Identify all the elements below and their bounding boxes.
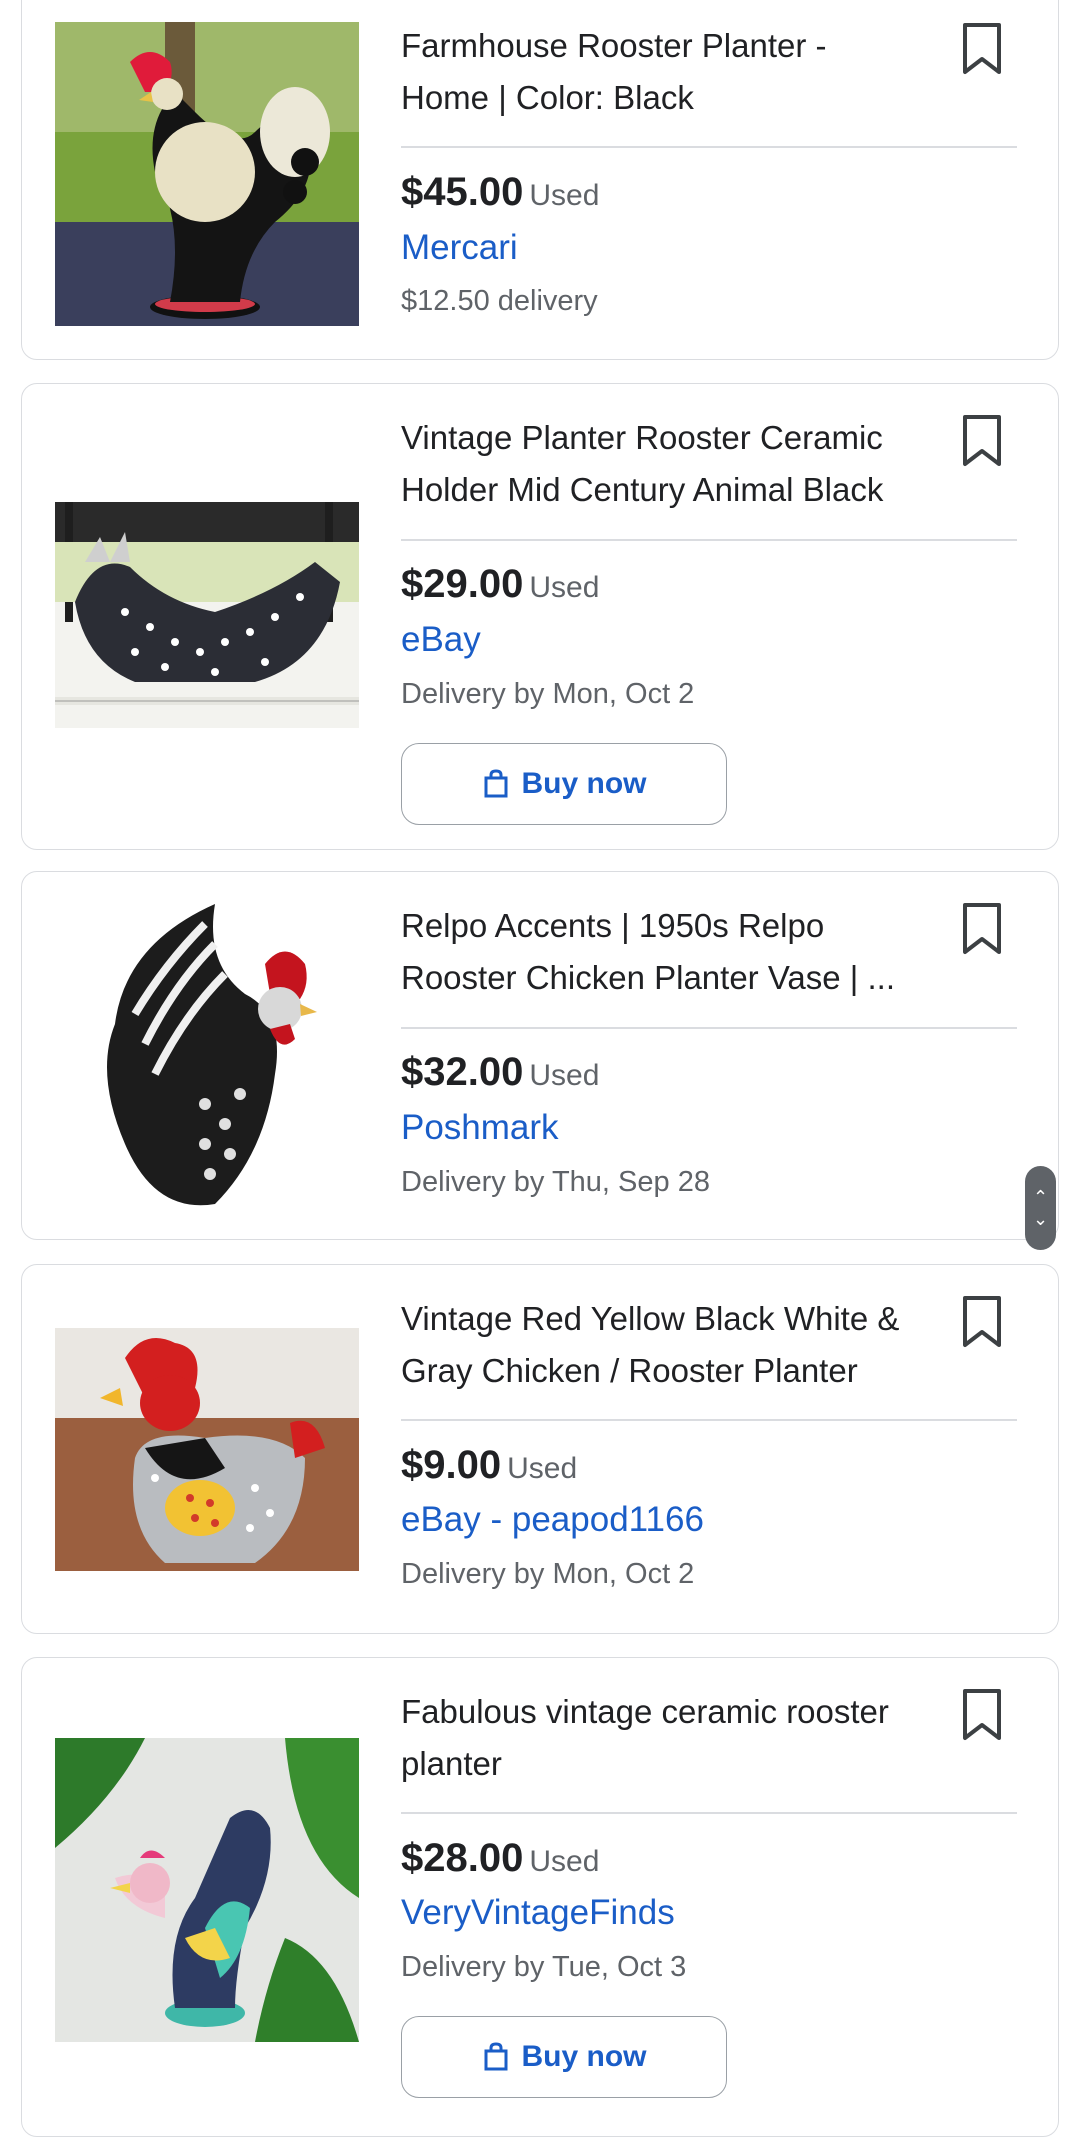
chevron-up-icon: ⌃ [1032, 1187, 1049, 1207]
shopping-bag-icon [484, 2042, 507, 2071]
bookmark-icon[interactable] [960, 1688, 1004, 1742]
delivery-text: Delivery by Mon, Oct 2 [401, 678, 695, 710]
buy-now-label: Buy now [521, 767, 647, 800]
bookmark-icon[interactable] [960, 22, 1004, 76]
delivery-text: Delivery by Mon, Oct 2 [401, 1558, 695, 1590]
price: $32.00 [401, 1050, 524, 1094]
shopping-bag-icon [484, 769, 507, 798]
listing-title[interactable]: Farmhouse Rooster Planter - Home | Color… [401, 20, 961, 124]
listing-title[interactable]: Relpo Accents | 1950s Relpo Rooster Chic… [401, 900, 961, 1004]
delivery-text: $12.50 delivery [401, 285, 598, 317]
condition-label: Used [529, 1059, 600, 1092]
bookmark-icon[interactable] [960, 902, 1004, 956]
product-image[interactable] [55, 904, 359, 1208]
price-row: $9.00 Used [401, 1443, 577, 1488]
buy-now-button[interactable]: Buy now [401, 743, 727, 825]
product-image[interactable] [55, 1328, 359, 1571]
listing-title[interactable]: Fabulous vintage ceramic rooster planter [401, 1686, 961, 1790]
divider [401, 1419, 1017, 1421]
bookmark-icon[interactable] [960, 1295, 1004, 1349]
price: $9.00 [401, 1443, 502, 1487]
product-image[interactable] [55, 22, 359, 326]
seller-link[interactable]: Poshmark [401, 1108, 559, 1148]
buy-now-label: Buy now [521, 2040, 647, 2073]
condition-label: Used [507, 1452, 578, 1485]
bookmark-icon[interactable] [960, 414, 1004, 468]
condition-label: Used [529, 571, 600, 604]
price-row: $32.00 Used [401, 1050, 599, 1095]
divider [401, 1812, 1017, 1814]
listing-title[interactable]: Vintage Planter Rooster Ceramic Holder M… [401, 412, 961, 516]
price: $45.00 [401, 170, 524, 214]
listing-title[interactable]: Vintage Red Yellow Black White & Gray Ch… [401, 1293, 961, 1397]
seller-link[interactable]: Mercari [401, 228, 518, 268]
delivery-text: Delivery by Thu, Sep 28 [401, 1166, 710, 1198]
scrollbar-handle[interactable]: ⌃ ⌄ [1025, 1166, 1056, 1250]
price-row: $45.00 Used [401, 170, 599, 215]
seller-link[interactable]: eBay [401, 620, 481, 660]
seller-link[interactable]: eBay - peapod1166 [401, 1500, 704, 1540]
price-row: $29.00 Used [401, 562, 599, 607]
divider [401, 1027, 1017, 1029]
product-image[interactable] [55, 1738, 359, 2042]
seller-link[interactable]: VeryVintageFinds [401, 1893, 675, 1933]
condition-label: Used [529, 179, 600, 212]
delivery-text: Delivery by Tue, Oct 3 [401, 1951, 687, 1983]
price: $29.00 [401, 562, 524, 606]
product-image[interactable] [55, 502, 359, 728]
divider [401, 146, 1017, 148]
price-row: $28.00 Used [401, 1836, 599, 1881]
price: $28.00 [401, 1836, 524, 1880]
chevron-down-icon: ⌄ [1032, 1209, 1049, 1229]
condition-label: Used [529, 1845, 600, 1878]
buy-now-button[interactable]: Buy now [401, 2016, 727, 2098]
divider [401, 539, 1017, 541]
